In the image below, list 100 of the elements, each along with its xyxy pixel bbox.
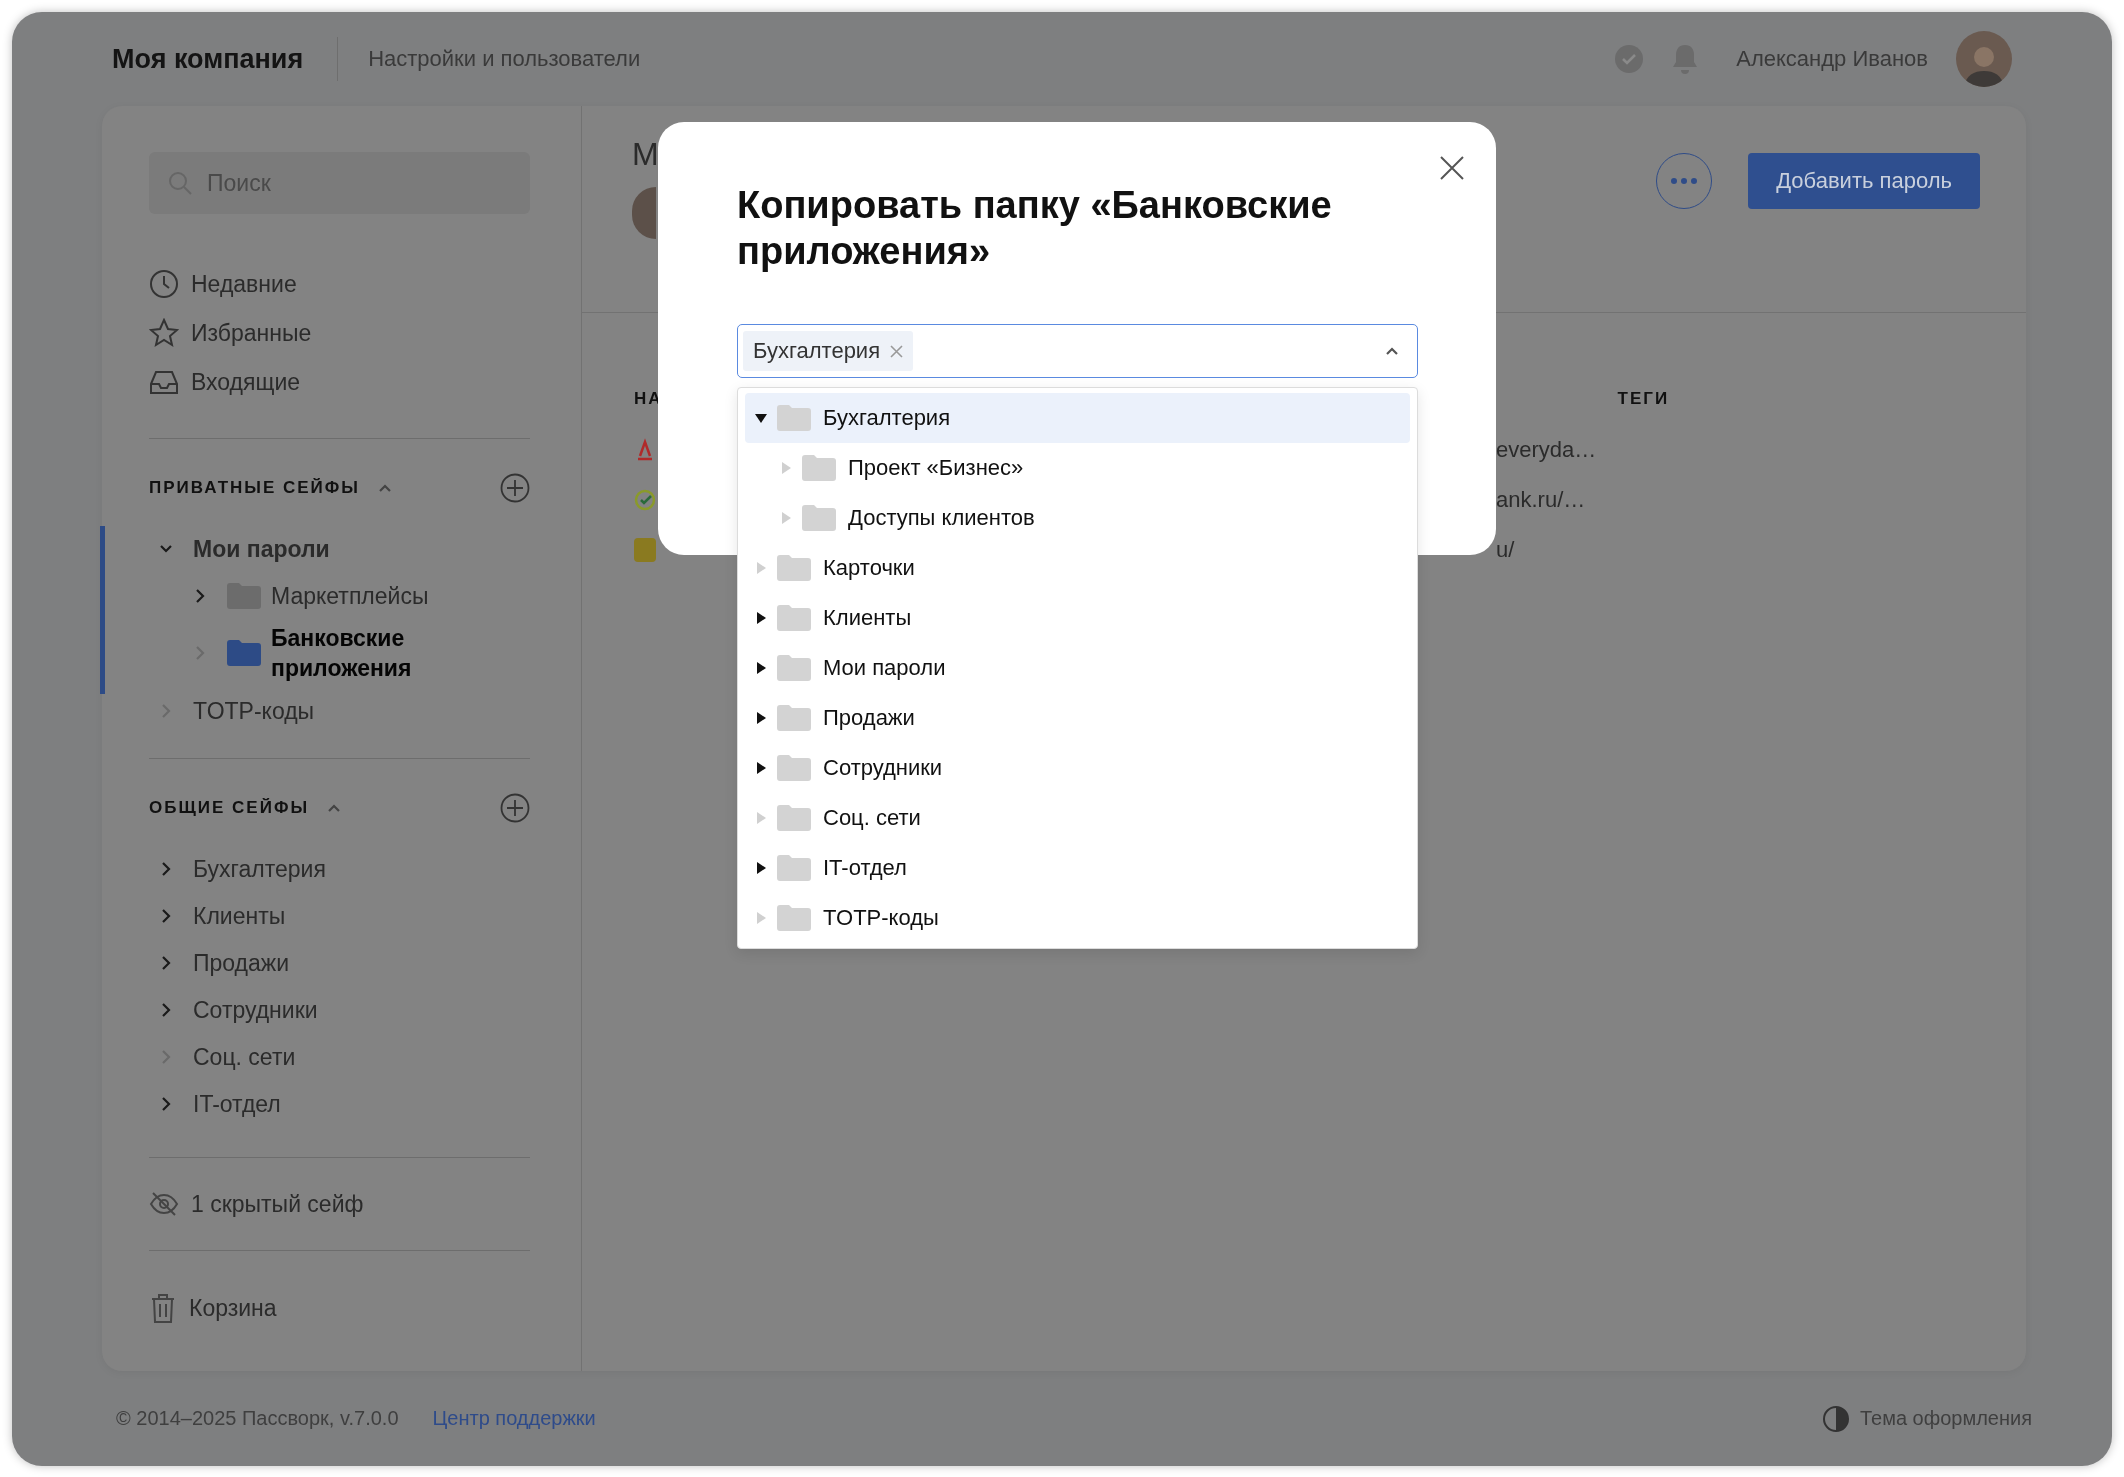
theme-toggle[interactable]: Тема оформления <box>1821 1404 2032 1433</box>
nav-item[interactable]: Входящие <box>149 366 530 398</box>
trash-icon <box>149 1292 177 1324</box>
triangle-icon[interactable] <box>755 862 767 874</box>
logo-icon <box>634 488 656 512</box>
folder-icon <box>777 905 811 931</box>
table-cell: everyda… <box>1496 437 1597 463</box>
clock-icon <box>149 269 179 299</box>
folder-option[interactable]: Карточки <box>745 543 1410 593</box>
folder-icon <box>802 505 836 531</box>
chevron-icon[interactable] <box>159 1001 173 1018</box>
folder-label: Клиенты <box>823 605 912 631</box>
chevron-icon[interactable] <box>159 860 173 877</box>
folder-icon <box>777 705 811 731</box>
add-icon[interactable] <box>500 473 530 503</box>
column-header: ТЕГИ <box>1617 389 1670 409</box>
dialog-title: Копировать папку «Банковские приложения» <box>737 183 1333 274</box>
folder-icon <box>777 805 811 831</box>
nav-item[interactable]: Избранные <box>149 317 530 349</box>
chevron-icon[interactable] <box>159 907 173 924</box>
user-name[interactable]: Александр Иванов <box>1736 46 1928 72</box>
tree-label: Соц. сети <box>193 1042 296 1072</box>
folder-option[interactable]: Соц. сети <box>745 793 1410 843</box>
triangle-icon[interactable] <box>755 762 767 774</box>
add-password-button[interactable]: Добавить пароль <box>1748 153 1980 209</box>
table-cell: u/ <box>1496 537 1515 563</box>
folder-option[interactable]: TOTP-коды <box>745 893 1410 943</box>
hidden-vaults-link[interactable]: 1 скрытый сейф <box>149 1158 530 1250</box>
eye-off-icon <box>149 1191 179 1217</box>
folder-label: Мои пароли <box>823 655 946 681</box>
folder-label: Бухгалтерия <box>823 405 951 431</box>
avatar <box>632 187 656 239</box>
tree-item[interactable]: Банковские приложения <box>149 619 530 687</box>
folder-icon <box>227 640 261 666</box>
folder-option[interactable]: Проект «Бизнес» <box>745 443 1410 493</box>
folder-option[interactable]: Бухгалтерия <box>745 393 1410 443</box>
folder-option[interactable]: Сотрудники <box>745 743 1410 793</box>
folder-option[interactable]: Клиенты <box>745 593 1410 643</box>
folder-option[interactable]: Доступы клиентов <box>745 493 1410 543</box>
chevron-icon[interactable] <box>193 587 207 604</box>
tree-item[interactable]: Маркетплейсы <box>149 572 530 619</box>
triangle-icon[interactable] <box>755 662 767 674</box>
folder-label: Сотрудники <box>823 755 943 781</box>
section-heading[interactable]: ПРИВАТНЫЕ СЕЙФЫ <box>149 478 360 498</box>
folder-label: Доступы клиентов <box>848 505 1035 531</box>
tree-item[interactable]: Соц. сети <box>149 1033 530 1080</box>
close-icon <box>1439 155 1465 181</box>
remove-icon[interactable] <box>890 344 904 358</box>
folder-icon <box>777 555 811 581</box>
avatar[interactable] <box>1956 31 2012 87</box>
tree-item[interactable]: Сотрудники <box>149 986 530 1033</box>
tree-item[interactable]: TOTP-коды <box>149 687 530 734</box>
chevron-icon[interactable] <box>159 1095 173 1112</box>
tree-item[interactable]: Мои пароли <box>149 525 530 572</box>
folder-label: Карточки <box>823 555 915 581</box>
chevron-icon[interactable] <box>159 954 173 971</box>
tree-item[interactable]: IT-отдел <box>149 1080 530 1127</box>
support-link[interactable]: Центр поддержки <box>432 1407 596 1430</box>
page-title: М <box>632 136 659 173</box>
folder-icon <box>777 855 811 881</box>
folder-icon <box>777 655 811 681</box>
triangle-icon[interactable] <box>755 612 767 624</box>
trash-link[interactable]: Корзина <box>149 1251 530 1365</box>
check-circle-icon[interactable] <box>1614 44 1645 74</box>
nav-item[interactable]: Недавние <box>149 268 530 300</box>
triangle-icon[interactable] <box>755 412 767 424</box>
folder-icon <box>777 755 811 781</box>
contrast-icon <box>1821 1404 1850 1433</box>
folder-option[interactable]: Продажи <box>745 693 1410 743</box>
tree-item[interactable]: Продажи <box>149 939 530 986</box>
folder-icon <box>777 405 811 431</box>
folder-label: Проект «Бизнес» <box>848 455 1024 481</box>
table-cell: ank.ru/… <box>1496 487 1586 513</box>
tree-item[interactable]: Клиенты <box>149 892 530 939</box>
folder-icon <box>777 605 811 631</box>
folder-option[interactable]: IT-отдел <box>745 843 1410 893</box>
section-title[interactable]: Настройки и пользователи <box>338 46 1615 72</box>
tree-label: TOTP-коды <box>193 696 315 726</box>
tree-label: Клиенты <box>193 901 286 931</box>
tree-label: Продажи <box>193 948 290 978</box>
triangle-icon[interactable] <box>755 712 767 724</box>
logo-icon <box>634 538 656 562</box>
ellipsis-icon <box>1671 178 1698 184</box>
star-icon <box>149 318 179 348</box>
section-heading[interactable]: ОБЩИЕ СЕЙФЫ <box>149 798 310 818</box>
company-name: Моя компания <box>112 37 339 81</box>
folder-option[interactable]: Мои пароли <box>745 643 1410 693</box>
folder-label: Соц. сети <box>823 805 921 831</box>
tree-label: Маркетплейсы <box>271 581 429 611</box>
folder-label: IT-отдел <box>823 855 907 881</box>
copyright-text: © 2014–2025 Пассворк, v.7.0.0 <box>116 1407 399 1430</box>
add-icon[interactable] <box>500 793 530 823</box>
folder-label: Продажи <box>823 705 915 731</box>
tree-item[interactable]: Бухгалтерия <box>149 845 530 892</box>
selected-tag[interactable]: Бухгалтерия <box>743 331 914 371</box>
tree-label: Сотрудники <box>193 995 318 1025</box>
folder-label: TOTP-коды <box>823 905 939 931</box>
folder-icon <box>802 455 836 481</box>
tree-label: Бухгалтерия <box>193 854 326 884</box>
tree-label: Мои пароли <box>193 534 330 564</box>
